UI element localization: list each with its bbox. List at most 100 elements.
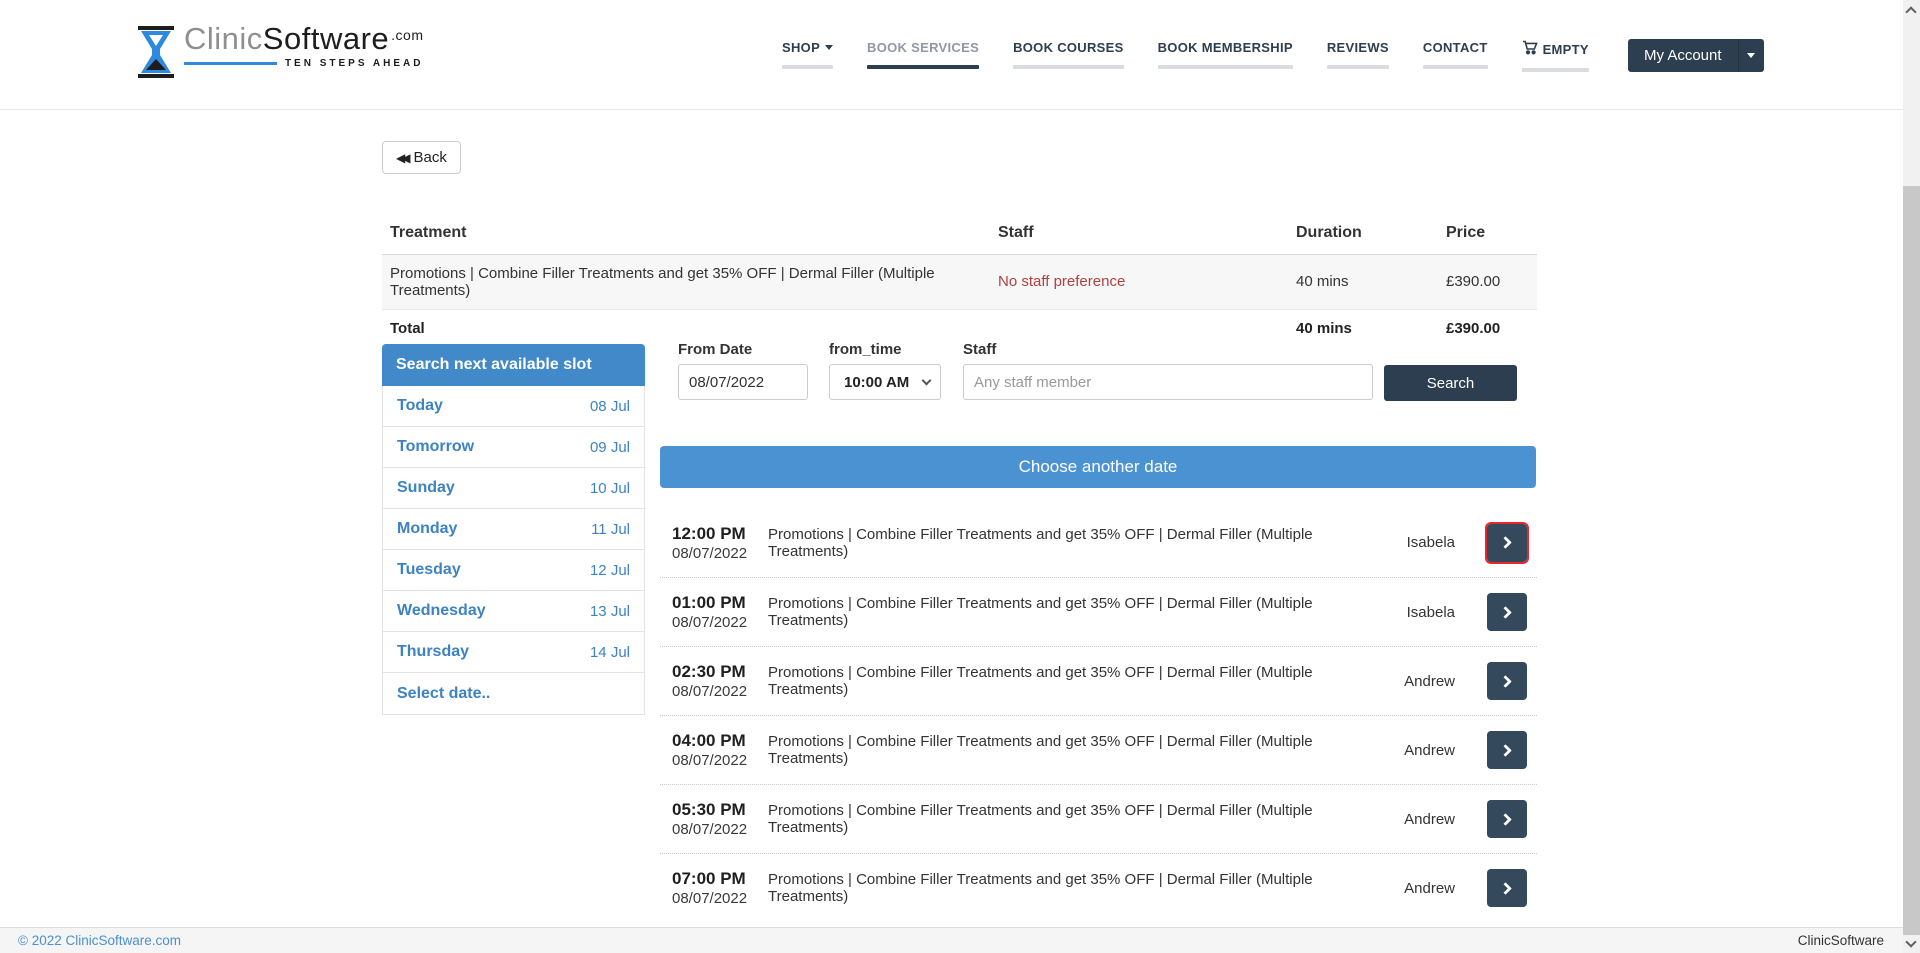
slot-row: 12:00 PM 08/07/2022 Promotions | Combine…: [660, 508, 1537, 577]
chevron-right-icon: [1499, 744, 1512, 757]
slot-time: 05:30 PM: [672, 799, 768, 820]
col-header-staff: Staff: [990, 212, 1288, 254]
slot-staff: Isabela: [1345, 604, 1455, 621]
chevron-down-icon: [922, 375, 932, 385]
book-slot-button[interactable]: [1487, 800, 1527, 838]
sidebar-item-today[interactable]: Today 08 Jul: [383, 386, 644, 427]
col-header-treatment: Treatment: [382, 212, 990, 254]
sidebar-title: Search next available slot: [382, 344, 645, 386]
header: ClinicSoftware.com TEN STEPS AHEAD SHOP …: [0, 0, 1920, 110]
staff-input[interactable]: [963, 364, 1373, 400]
book-slot-button[interactable]: [1487, 869, 1527, 907]
main-nav: SHOP BOOK SERVICES BOOK COURSES BOOK MEM…: [772, 40, 1599, 72]
nav-item-book-services[interactable]: BOOK SERVICES: [857, 40, 989, 72]
from-date-label: From Date: [678, 341, 808, 358]
chevron-right-icon: [1499, 536, 1512, 549]
scroll-down-arrow-icon[interactable]: [1905, 936, 1916, 947]
slot-staff: Andrew: [1345, 673, 1455, 690]
sidebar-item-tuesday[interactable]: Tuesday 12 Jul: [383, 550, 644, 591]
slot-date: 08/07/2022: [672, 751, 768, 770]
staff-label: Staff: [963, 341, 1373, 358]
brand-tld: .com: [391, 27, 423, 43]
chevron-right-icon: [1499, 813, 1512, 826]
sidebar-item-select-date[interactable]: Select date..: [383, 673, 644, 714]
nav-item-cart-empty[interactable]: EMPTY: [1512, 40, 1599, 72]
logo-underline: [184, 62, 277, 65]
slot-row: 04:00 PM 08/07/2022 Promotions | Combine…: [660, 715, 1537, 784]
slot-search-form: From Date from_time 10:00 AM Staff Searc…: [660, 341, 1537, 401]
staff-cell: No staff preference: [990, 254, 1288, 309]
rewind-icon: ◀◀: [396, 151, 406, 165]
choose-another-date-button[interactable]: Choose another date: [660, 446, 1536, 488]
search-button[interactable]: Search: [1384, 365, 1517, 401]
slot-date: 08/07/2022: [672, 544, 768, 563]
book-slot-button[interactable]: [1487, 524, 1527, 562]
slot-date: 08/07/2022: [672, 820, 768, 839]
chevron-right-icon: [1499, 882, 1512, 895]
book-slot-button[interactable]: [1487, 662, 1527, 700]
brand-name: ClinicSoftware.com: [184, 21, 423, 56]
slot-date: 08/07/2022: [672, 889, 768, 908]
from-time-label: from_time: [829, 341, 941, 358]
slot-staff: Andrew: [1345, 880, 1455, 897]
back-button[interactable]: ◀◀ Back: [382, 141, 461, 174]
slot-time: 04:00 PM: [672, 730, 768, 751]
my-account-button[interactable]: My Account: [1628, 39, 1764, 72]
slot-description: Promotions | Combine Filler Treatments a…: [768, 871, 1345, 905]
slot-time: 12:00 PM: [672, 523, 768, 544]
vertical-scrollbar[interactable]: [1903, 0, 1920, 953]
slot-time: 02:30 PM: [672, 661, 768, 682]
from-time-select[interactable]: 10:00 AM: [829, 364, 941, 400]
price-cell: £390.00: [1438, 254, 1537, 309]
slot-row: 02:30 PM 08/07/2022 Promotions | Combine…: [660, 646, 1537, 715]
book-slot-button[interactable]: [1487, 731, 1527, 769]
hourglass-icon: [136, 26, 176, 83]
cart-icon: [1522, 40, 1538, 58]
nav-item-book-membership[interactable]: BOOK MEMBERSHIP: [1148, 40, 1303, 72]
from-date-input[interactable]: [678, 364, 808, 400]
page: ClinicSoftware.com TEN STEPS AHEAD SHOP …: [0, 0, 1920, 953]
caret-down-icon: [825, 45, 833, 50]
chevron-right-icon: [1499, 606, 1512, 619]
sidebar-item-wednesday[interactable]: Wednesday 13 Jul: [383, 591, 644, 632]
slot-date: 08/07/2022: [672, 613, 768, 632]
slot-row: 01:00 PM 08/07/2022 Promotions | Combine…: [660, 577, 1537, 646]
logo[interactable]: ClinicSoftware.com TEN STEPS AHEAD: [136, 22, 423, 83]
slot-description: Promotions | Combine Filler Treatments a…: [768, 802, 1345, 836]
nav-item-reviews[interactable]: REVIEWS: [1317, 40, 1399, 72]
slot-description: Promotions | Combine Filler Treatments a…: [768, 595, 1345, 629]
footer: © 2022 ClinicSoftware.com ClinicSoftware: [0, 927, 1920, 953]
sidebar-item-sunday[interactable]: Sunday 10 Jul: [383, 468, 644, 509]
footer-copyright-link[interactable]: © 2022 ClinicSoftware.com: [18, 933, 181, 948]
account-dropdown-toggle[interactable]: [1738, 39, 1764, 72]
slot-row: 05:30 PM 08/07/2022 Promotions | Combine…: [660, 784, 1537, 853]
nav-item-book-courses[interactable]: BOOK COURSES: [1003, 40, 1134, 72]
slot-date: 08/07/2022: [672, 682, 768, 701]
next-slot-sidebar: Search next available slot Today 08 Jul …: [382, 344, 645, 715]
nav-item-contact[interactable]: CONTACT: [1413, 40, 1498, 72]
slot-description: Promotions | Combine Filler Treatments a…: [768, 526, 1345, 560]
sidebar-item-monday[interactable]: Monday 11 Jul: [383, 509, 644, 550]
slot-results-list: 12:00 PM 08/07/2022 Promotions | Combine…: [660, 508, 1537, 922]
footer-brand: ClinicSoftware: [1798, 933, 1884, 948]
slot-staff: Andrew: [1345, 811, 1455, 828]
treatment-cell: Promotions | Combine Filler Treatments a…: [382, 254, 990, 309]
slot-time: 01:00 PM: [672, 592, 768, 613]
sidebar-item-thursday[interactable]: Thursday 14 Jul: [383, 632, 644, 673]
slot-row: 07:00 PM 08/07/2022 Promotions | Combine…: [660, 853, 1537, 922]
book-slot-button[interactable]: [1487, 593, 1527, 631]
chevron-right-icon: [1499, 675, 1512, 688]
slot-time: 07:00 PM: [672, 868, 768, 889]
nav-item-shop[interactable]: SHOP: [772, 40, 843, 72]
slot-description: Promotions | Combine Filler Treatments a…: [768, 733, 1345, 767]
scrollbar-thumb[interactable]: [1903, 186, 1920, 935]
slot-staff: Andrew: [1345, 742, 1455, 759]
sidebar-item-tomorrow[interactable]: Tomorrow 09 Jul: [383, 427, 644, 468]
order-summary-table: Treatment Staff Duration Price Promotion…: [382, 212, 1537, 347]
duration-cell: 40 mins: [1288, 254, 1438, 309]
logo-tagline: TEN STEPS AHEAD: [285, 58, 424, 69]
table-header-row: Treatment Staff Duration Price: [382, 212, 1537, 254]
slot-staff: Isabela: [1345, 534, 1455, 551]
col-header-duration: Duration: [1288, 212, 1438, 254]
scroll-up-arrow-icon[interactable]: [1905, 6, 1916, 17]
